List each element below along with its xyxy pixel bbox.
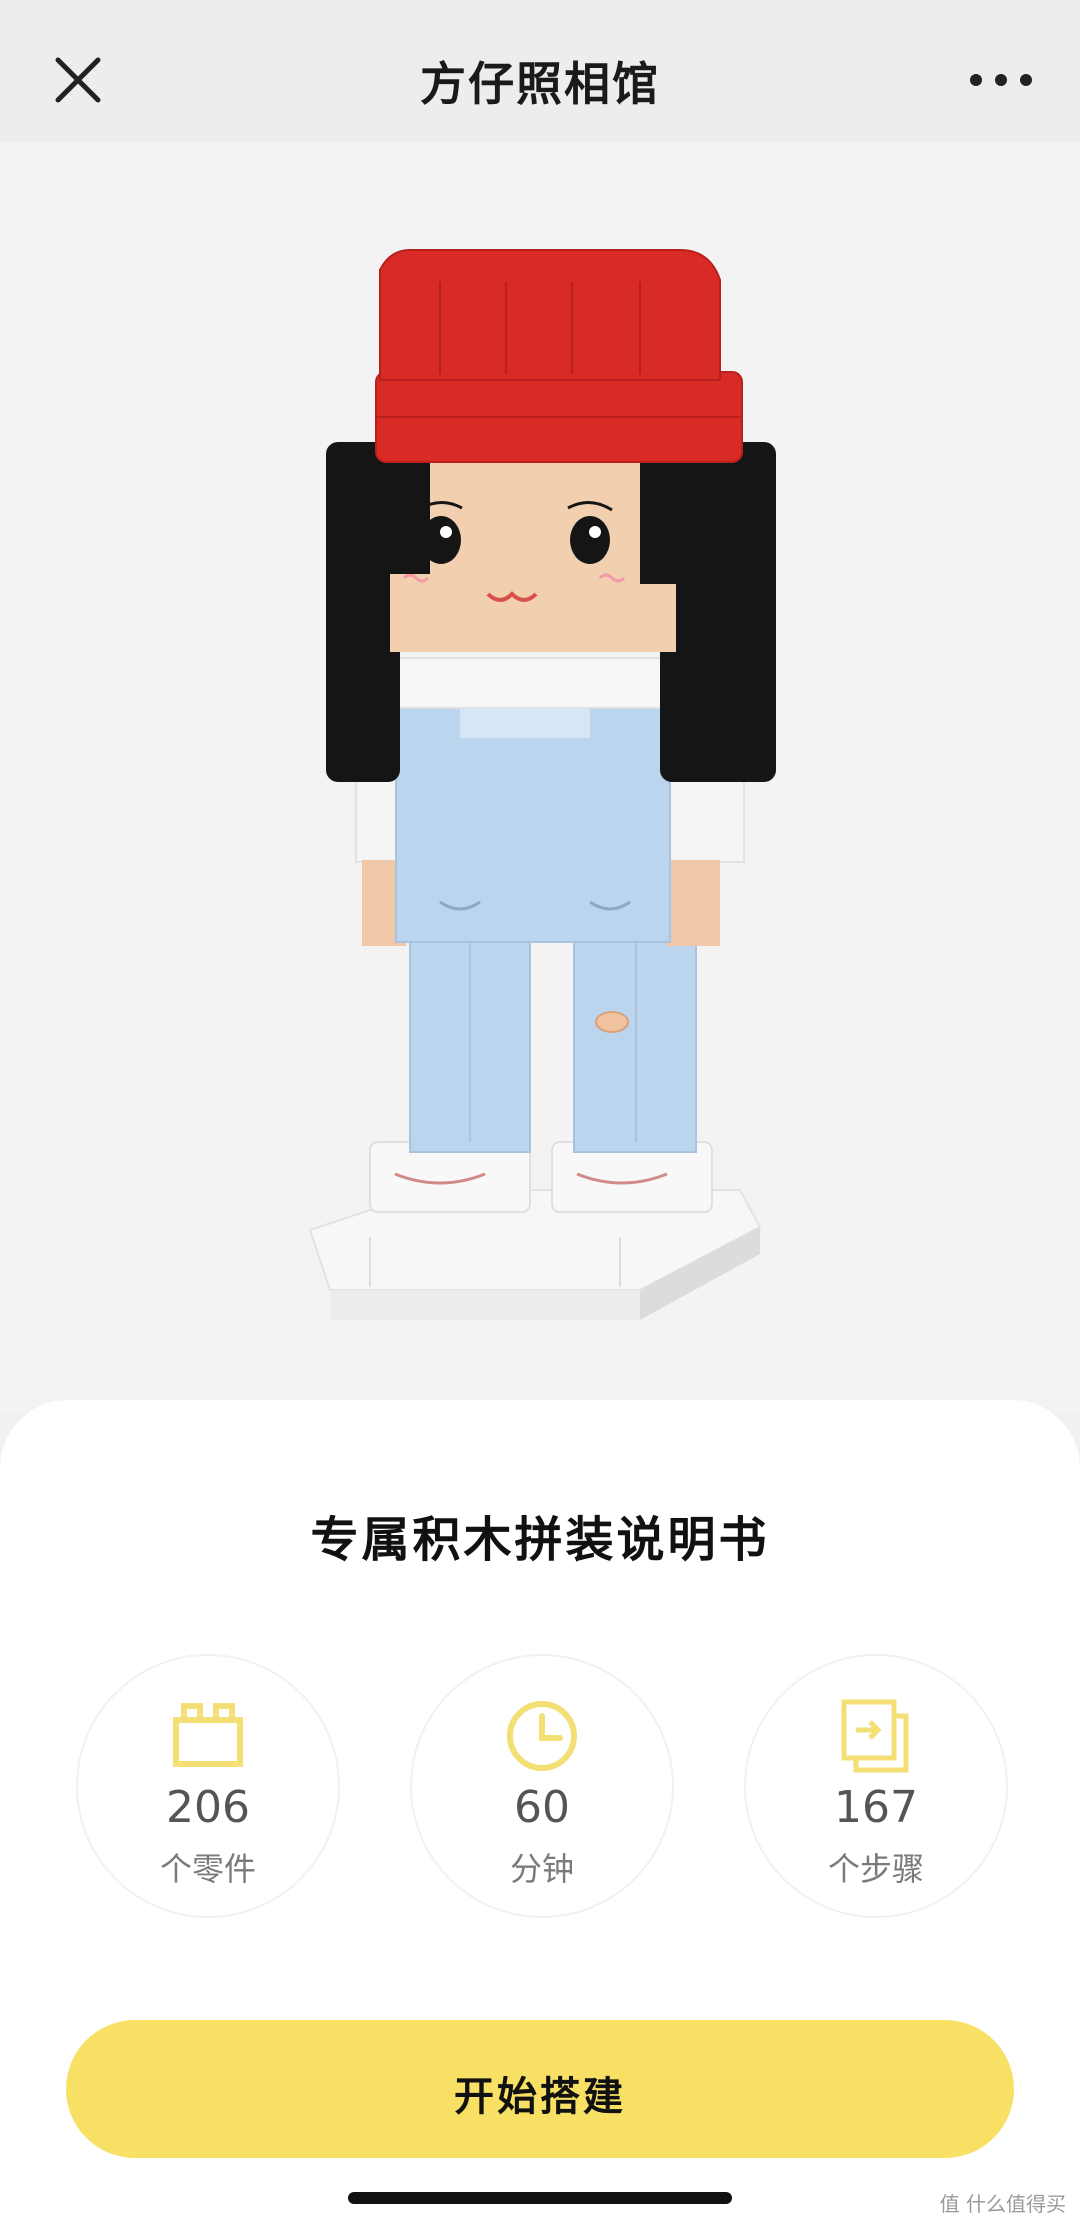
steps-icon (836, 1696, 916, 1776)
brick-icon (168, 1696, 248, 1776)
brick-figure-illustration (308, 249, 776, 1320)
top-bar: 方仔照相馆 (0, 0, 1080, 142)
more-icon[interactable] (966, 58, 1036, 102)
watermark: 值 什么值得买 (939, 2192, 1066, 2216)
stat-steps: 167 个步骤 (744, 1654, 1008, 1918)
stat-time: 60 分钟 (410, 1654, 674, 1918)
clock-icon (502, 1696, 582, 1776)
stat-value: 206 (166, 1782, 250, 1833)
start-build-button[interactable]: 开始搭建 (66, 2020, 1014, 2158)
sheet-title: 专属积木拼装说明书 (310, 1512, 770, 1568)
stat-unit: 分钟 (509, 1850, 574, 1888)
page-title: 方仔照相馆 (420, 57, 660, 111)
stat-value: 167 (834, 1782, 918, 1833)
stat-unit: 个步骤 (827, 1850, 924, 1888)
hero-image (0, 142, 1080, 1412)
stat-unit: 个零件 (159, 1850, 256, 1888)
start-build-label: 开始搭建 (454, 2074, 626, 2120)
stat-value: 60 (514, 1782, 570, 1833)
stat-parts: 206 个零件 (76, 1654, 340, 1918)
home-indicator[interactable] (348, 2192, 732, 2204)
